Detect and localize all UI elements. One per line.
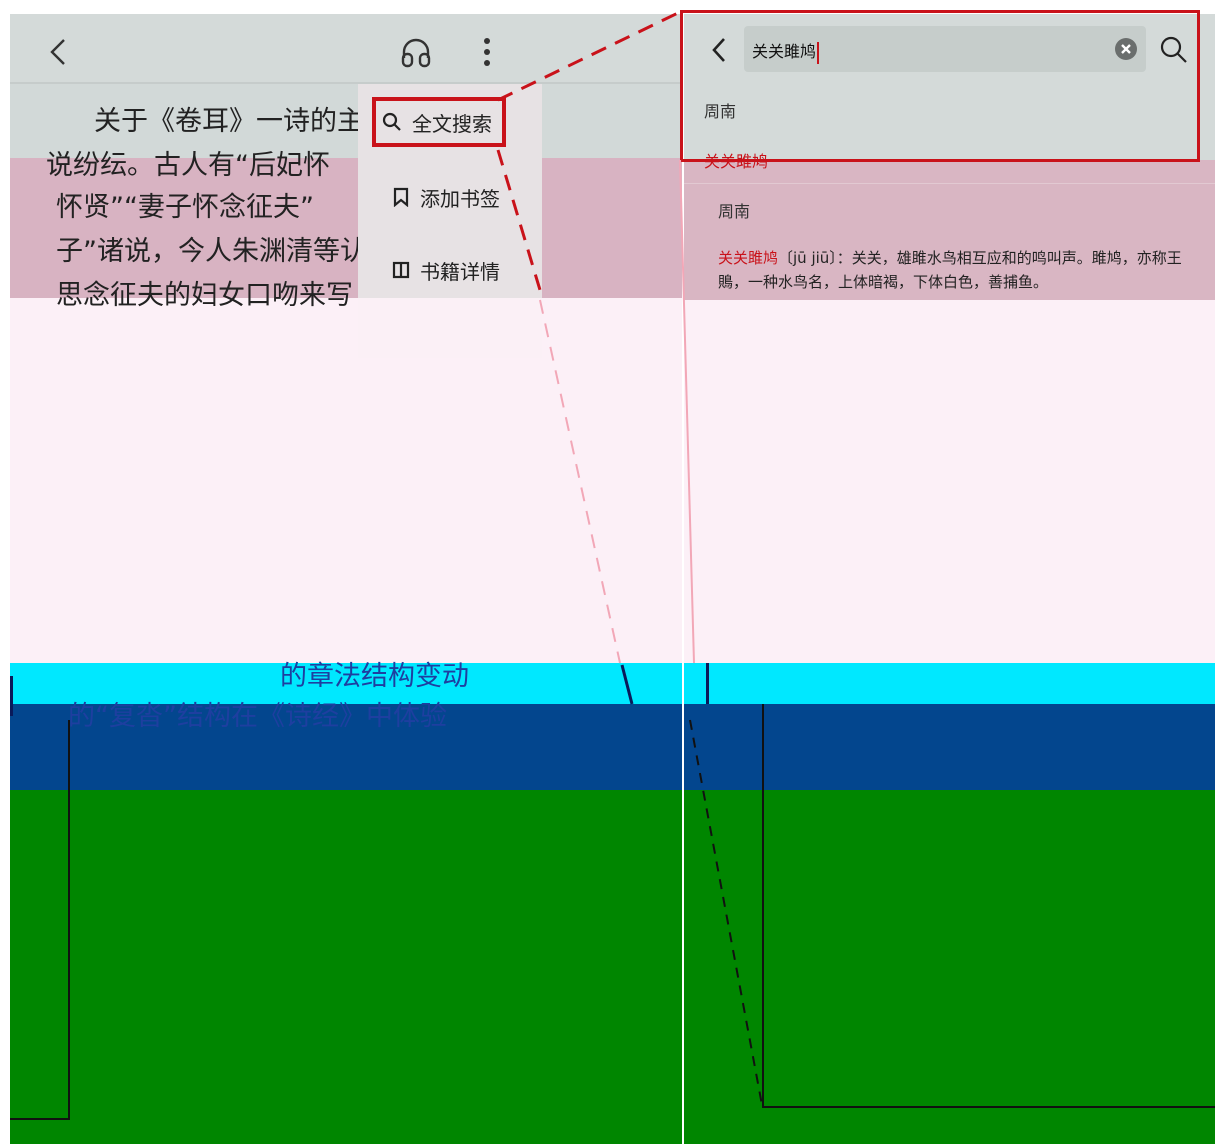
callout-connector: [496, 10, 763, 1106]
